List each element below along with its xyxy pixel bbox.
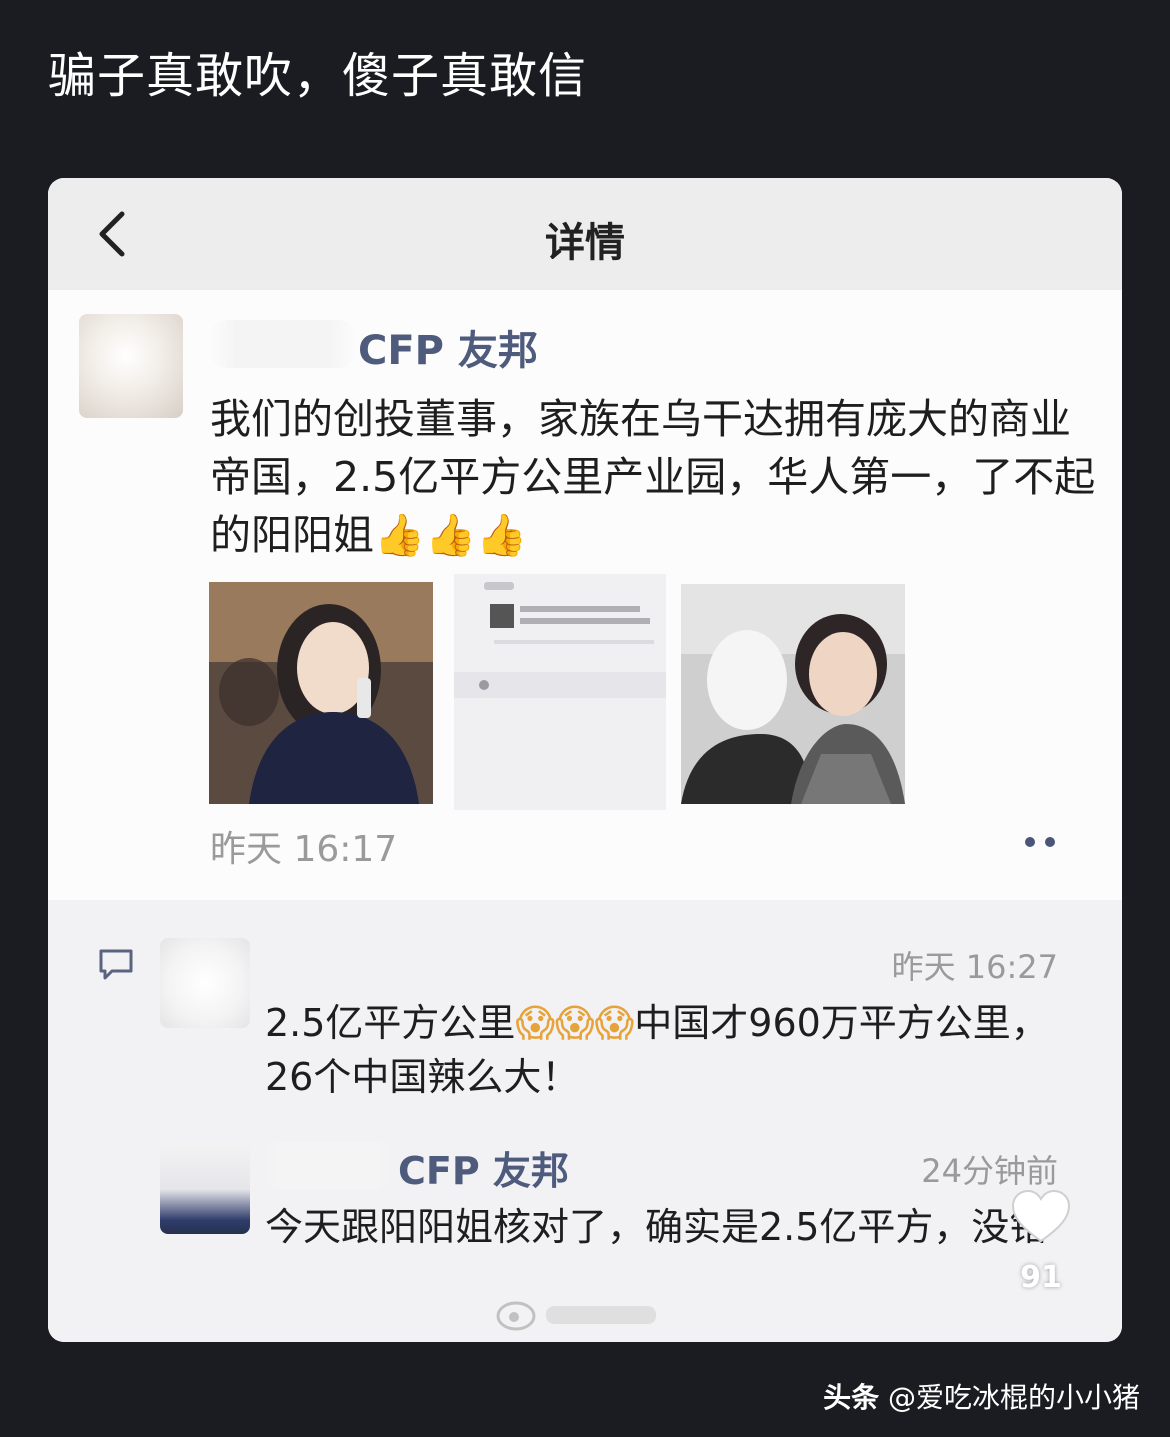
thumbs-up-emoji: 👍👍👍 (374, 511, 528, 559)
toutiao-brand: 头条 (823, 1381, 880, 1414)
like-count: 91 (1020, 1260, 1062, 1295)
commenter-avatar[interactable] (160, 938, 250, 1028)
author-name[interactable]: CFP 友邦 (358, 318, 538, 376)
reply-author-avatar[interactable] (160, 1144, 250, 1234)
comment-text: 2.5亿平方公里😱😱😱中国才960万平方公里，26个中国辣么大！ (265, 1001, 1049, 1099)
headline: 骗子真敢吹，傻子真敢信 (48, 48, 588, 104)
detail-card: 详情 CFP 友邦 我们的创投董事，家族在乌干达拥有庞大的商业帝国，2.5亿平方… (48, 178, 1122, 1342)
weibo-watermark-icon (496, 1301, 656, 1331)
reply-time: 24分钟前 (921, 1152, 1058, 1190)
author-handle[interactable]: @爱吃冰棍的小小猪 (888, 1381, 1140, 1414)
woman-portrait-image (209, 582, 433, 804)
more-options-icon[interactable] (1020, 834, 1060, 850)
author-avatar[interactable] (79, 314, 183, 418)
post-photo-2[interactable] (454, 574, 666, 810)
chat-screenshot-image (454, 574, 666, 810)
scream-emoji: 😱😱😱 (515, 1001, 635, 1045)
page-title: 详情 (545, 220, 625, 266)
comment-icon (99, 949, 133, 980)
post-photo-1[interactable] (209, 582, 433, 804)
footer-credit: 头条 @爱吃冰棍的小小猪 (823, 1376, 1140, 1416)
name-blur (208, 320, 358, 368)
post-photo-3[interactable] (681, 584, 905, 804)
reply-author-name[interactable]: CFP 友邦 (398, 1140, 569, 1195)
post-time: 昨天 16:17 (210, 829, 398, 870)
selfie-image (681, 584, 905, 804)
heart-icon[interactable] (1011, 1189, 1071, 1245)
nav-bar: 详情 (48, 178, 1122, 290)
comment-time: 昨天 16:27 (891, 948, 1058, 986)
reply-text: 今天跟阳阳姐核对了，确实是2.5亿平方，没错 (265, 1205, 1048, 1249)
post-text: 我们的创投董事，家族在乌干达拥有庞大的商业帝国，2.5亿平方公里产业园，华人第一… (210, 395, 1096, 559)
name-blur (258, 1142, 398, 1190)
